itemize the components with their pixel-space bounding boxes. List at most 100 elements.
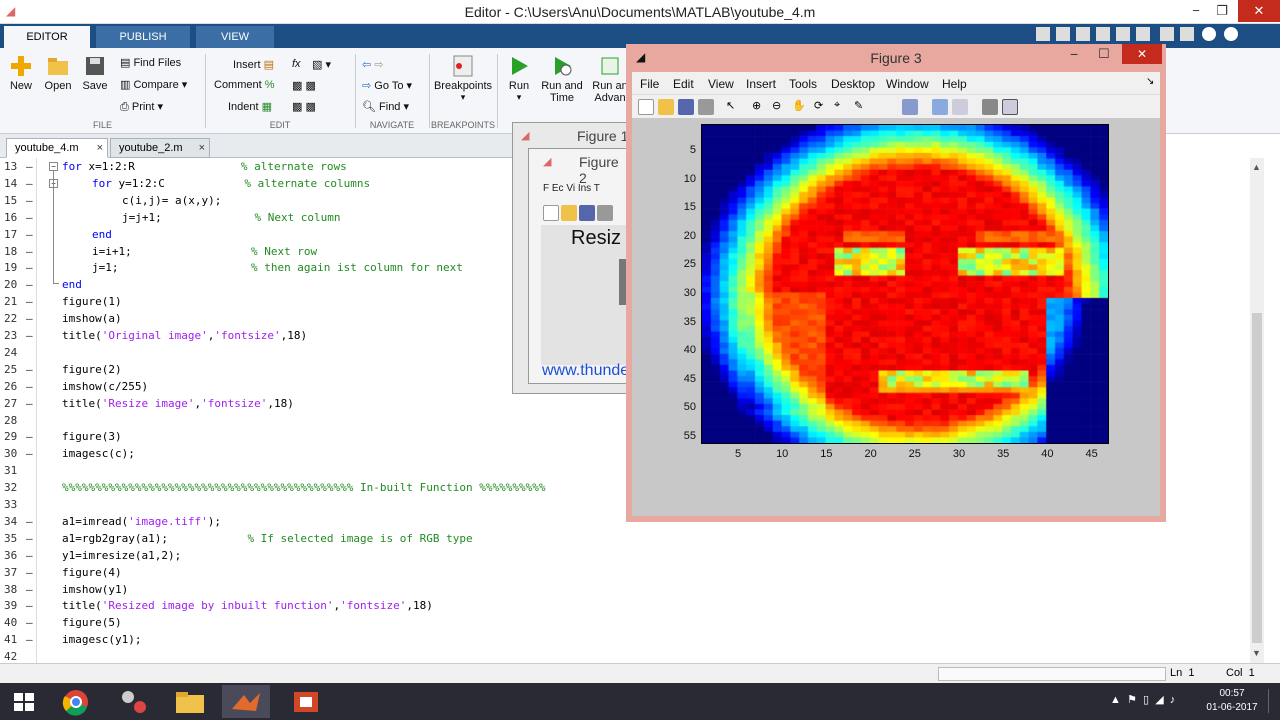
volume-icon[interactable]: ♪: [1170, 694, 1176, 706]
code-line[interactable]: imagesc(c);: [62, 447, 135, 460]
pan-icon[interactable]: ✋: [792, 99, 808, 115]
new-figure-icon[interactable]: [638, 99, 654, 115]
new-figure-icon[interactable]: [543, 205, 559, 221]
breakpoint-gutter-mark[interactable]: —: [26, 447, 33, 460]
insert-button[interactable]: Insert ▤: [233, 58, 274, 71]
run-and-advance-button[interactable]: Run an Advan: [590, 54, 630, 104]
breakpoint-gutter-mark[interactable]: —: [26, 261, 33, 274]
code-line[interactable]: a1=rgb2gray(a1); % If selected image is …: [62, 532, 473, 545]
battery-icon[interactable]: ▯: [1143, 694, 1149, 706]
back-forward-icon[interactable]: ⇦ ⇨: [362, 58, 384, 71]
matlab-taskbar-button[interactable]: [222, 685, 270, 718]
breakpoint-gutter-mark[interactable]: —: [26, 211, 33, 224]
save-figure-icon[interactable]: [579, 205, 595, 221]
menu-tools[interactable]: Tools: [789, 77, 817, 91]
code-line[interactable]: c(i,j)= a(x,y);: [122, 194, 221, 207]
menu-insert[interactable]: Insert: [746, 77, 776, 91]
breakpoint-gutter-mark[interactable]: —: [26, 549, 33, 562]
editor-tab-youtube-2[interactable]: youtube_2.m ×: [110, 138, 210, 158]
breakpoint-gutter-mark[interactable]: —: [26, 160, 33, 173]
snipping-tool-taskbar-button[interactable]: [110, 685, 158, 718]
breakpoint-gutter-mark[interactable]: —: [26, 532, 33, 545]
uncomment-icon[interactable]: ▩ ▩: [292, 79, 316, 92]
rotate-icon[interactable]: ⟳: [814, 99, 830, 115]
print-figure-icon[interactable]: [597, 205, 613, 221]
figure-maximize-button[interactable]: ☐: [1098, 46, 1110, 62]
powerpoint-taskbar-button[interactable]: [282, 685, 330, 718]
code-line[interactable]: figure(1): [62, 295, 122, 308]
zoom-in-icon[interactable]: ⊕: [752, 99, 768, 115]
code-line[interactable]: imshow(a): [62, 312, 122, 325]
code-line[interactable]: imshow(y1): [62, 583, 128, 596]
print-button[interactable]: ⎙ Print ▾: [120, 100, 163, 114]
run-and-time-button[interactable]: Run and Time: [540, 54, 584, 104]
clock[interactable]: 00:57 01-06-2017: [1206, 687, 1258, 715]
restore-button[interactable]: ❐: [1206, 0, 1238, 22]
figure-3-window[interactable]: ◢ Figure 3 − ☐ ✕ File Edit View Insert T…: [626, 44, 1166, 522]
code-line[interactable]: title('Original image','fontsize',18): [62, 329, 307, 342]
tab-view[interactable]: VIEW: [196, 26, 274, 48]
breakpoint-gutter-mark[interactable]: —: [26, 312, 33, 325]
breakpoint-gutter-mark[interactable]: —: [26, 329, 33, 342]
quick-paste-icon[interactable]: [1096, 27, 1110, 41]
comment-button[interactable]: Comment %: [214, 79, 275, 91]
code-line[interactable]: title('Resize image','fontsize',18): [62, 397, 294, 410]
code-line[interactable]: a1=imread('image.tiff');: [62, 515, 221, 528]
breakpoints-button[interactable]: Breakpoints ▾: [432, 54, 494, 103]
breakpoint-gutter-mark[interactable]: —: [26, 380, 33, 393]
show-tools-icon[interactable]: [1002, 99, 1018, 115]
breakpoint-gutter-mark[interactable]: —: [26, 566, 33, 579]
code-line[interactable]: %%%%%%%%%%%%%%%%%%%%%%%%%%%%%%%%%%%%%%%%…: [62, 481, 545, 494]
open-file-icon[interactable]: [561, 205, 577, 221]
legend-icon[interactable]: [952, 99, 968, 115]
options-icon[interactable]: [1224, 27, 1238, 41]
hide-tools-icon[interactable]: [982, 99, 998, 115]
indent-button[interactable]: Indent ▦: [228, 100, 272, 113]
flag-icon[interactable]: ⚑: [1127, 694, 1137, 706]
menu-view[interactable]: View: [708, 77, 734, 91]
close-button[interactable]: ✕: [1238, 0, 1280, 22]
code-line[interactable]: i=i+1; % Next row: [92, 245, 317, 258]
code-line[interactable]: end: [92, 228, 112, 241]
chrome-taskbar-button[interactable]: [52, 685, 100, 718]
fold-toggle-icon[interactable]: −: [49, 162, 58, 171]
code-line[interactable]: figure(3): [62, 430, 122, 443]
zoom-out-icon[interactable]: ⊖: [772, 99, 788, 115]
start-button[interactable]: [0, 685, 48, 718]
goto-button[interactable]: ⇨ Go To ▾: [362, 79, 412, 92]
breakpoint-gutter-mark[interactable]: —: [26, 245, 33, 258]
code-line[interactable]: j=1; % then again ist column for next: [92, 261, 463, 274]
data-cursor-icon[interactable]: ⌖: [834, 99, 850, 115]
show-hidden-icons-icon[interactable]: ▲: [1110, 694, 1121, 706]
breakpoint-gutter-mark[interactable]: —: [26, 194, 33, 207]
menu-edit[interactable]: Edit: [673, 77, 694, 91]
breakpoint-gutter-mark[interactable]: —: [26, 515, 33, 528]
find-files-button[interactable]: ▤ Find Files: [120, 56, 181, 69]
help-icon[interactable]: [1202, 27, 1216, 41]
edit-extra-icon[interactable]: ▧ ▾: [312, 58, 331, 71]
quick-redo-icon[interactable]: [1136, 27, 1150, 41]
code-line[interactable]: imshow(c/255): [62, 380, 148, 393]
file-explorer-taskbar-button[interactable]: [166, 685, 214, 718]
editor-tab-youtube-4[interactable]: youtube_4.m ×: [6, 138, 108, 158]
scroll-up-icon[interactable]: ▲: [1252, 162, 1261, 172]
breakpoint-gutter-mark[interactable]: —: [26, 228, 33, 241]
breakpoint-gutter-mark[interactable]: —: [26, 599, 33, 612]
tab-editor[interactable]: EDITOR: [4, 26, 90, 48]
code-line[interactable]: figure(5): [62, 616, 122, 629]
network-icon[interactable]: ◢: [1155, 694, 1163, 706]
scrollbar-thumb[interactable]: [1252, 313, 1262, 643]
save-figure-icon[interactable]: [678, 99, 694, 115]
breakpoint-gutter-mark[interactable]: —: [26, 633, 33, 646]
quick-undo-icon[interactable]: [1116, 27, 1130, 41]
quick-layout-icon[interactable]: [1180, 27, 1194, 41]
open-button[interactable]: Open: [42, 54, 74, 92]
compare-button[interactable]: ▥ Compare ▾: [120, 78, 187, 91]
menu-window[interactable]: Window: [886, 77, 929, 91]
find-button[interactable]: 🔍︎ Find ▾: [362, 100, 409, 113]
code-line[interactable]: for x=1:2:R % alternate rows: [62, 160, 347, 173]
figure-close-button[interactable]: ✕: [1122, 44, 1162, 64]
close-tab-icon[interactable]: ×: [199, 139, 205, 157]
quick-switch-icon[interactable]: [1160, 27, 1174, 41]
breakpoint-gutter-mark[interactable]: —: [26, 295, 33, 308]
